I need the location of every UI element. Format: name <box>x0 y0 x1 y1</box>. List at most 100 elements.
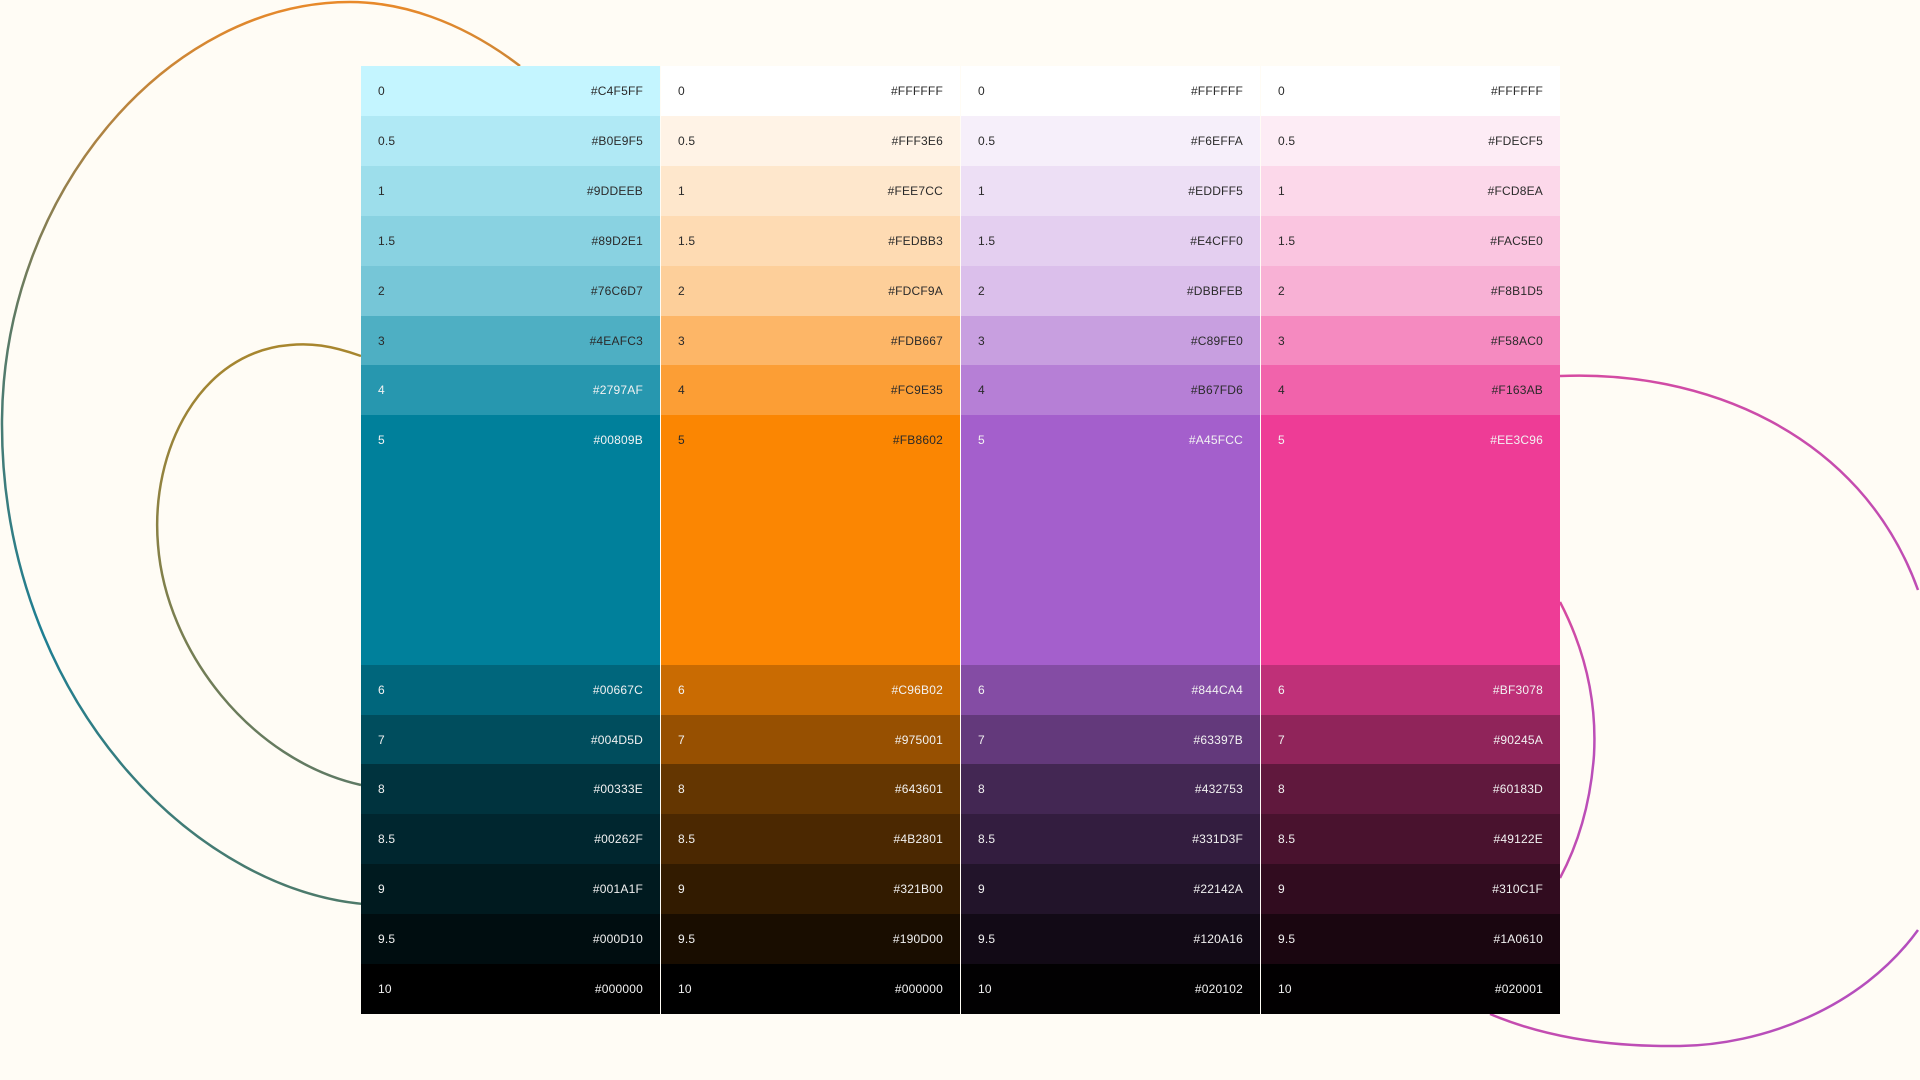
swatch-step-label: 2 <box>378 283 385 298</box>
swatch-step-label: 4 <box>978 383 985 398</box>
color-swatch: 8 #60183D <box>1261 764 1560 815</box>
color-swatch: 9.5 #120A16 <box>961 914 1260 965</box>
swatch-step-label: 7 <box>1278 732 1285 747</box>
swatch-hex-label: #FB8602 <box>892 433 943 448</box>
swatch-hex-label: #C96B02 <box>891 682 943 697</box>
swatch-hex-label: #F163AB <box>1491 383 1543 398</box>
swatch-hex-label: #120A16 <box>1193 932 1243 947</box>
swatch-hex-label: #F58AC0 <box>1490 333 1543 348</box>
swatch-step-label: 0.5 <box>678 133 696 148</box>
color-swatch: 6 #844CA4 <box>961 664 1260 715</box>
swatch-step-label: 5 <box>1278 433 1285 448</box>
swatch-hex-label: #000D10 <box>592 932 643 947</box>
swatch-hex-label: #00809B <box>593 433 643 448</box>
swatch-step-label: 9 <box>678 882 685 897</box>
color-swatch: 1.5 #89D2E1 <box>361 215 660 266</box>
swatch-hex-label: #76C6D7 <box>590 283 643 298</box>
swatch-step-label: 6 <box>978 682 985 697</box>
color-swatch: 3 #4EAFC3 <box>361 315 660 366</box>
swatch-step-label: 10 <box>678 982 692 997</box>
swatch-hex-label: #1A0610 <box>1493 932 1543 947</box>
swatch-hex-label: #FFF3E6 <box>891 133 943 148</box>
swatch-hex-label: #331D3F <box>1192 832 1243 847</box>
swatch-hex-label: #E4CFF0 <box>1190 233 1243 248</box>
color-swatch: 4 #2797AF <box>361 365 660 416</box>
color-swatch: 0 #FFFFFF <box>1261 66 1560 116</box>
color-swatch: 0 #FFFFFF <box>661 66 960 116</box>
swatch-hex-label: #B67FD6 <box>1190 383 1243 398</box>
swatch-hex-label: #DBBFEB <box>1186 283 1243 298</box>
swatch-step-label: 6 <box>1278 682 1285 697</box>
color-swatch: 4 #F163AB <box>1261 365 1560 416</box>
swatch-step-label: 1 <box>1278 183 1285 198</box>
swatch-step-label: 1.5 <box>978 233 996 248</box>
color-swatch: 3 #F58AC0 <box>1261 315 1560 366</box>
color-swatch: 0 #FFFFFF <box>961 66 1260 116</box>
color-swatch: 8 #643601 <box>661 764 960 815</box>
swatch-step-label: 8 <box>378 782 385 797</box>
color-swatch: 5 #FB8602 <box>661 415 960 665</box>
palette-column-pink: 0 #FFFFFF 0.5 #FDECF5 1 #FCD8EA 1.5 #FAC5E0 2 #F8… <box>1261 66 1560 1015</box>
color-swatch: 2 #76C6D7 <box>361 265 660 316</box>
color-swatch: 9 #22142A <box>961 864 1260 915</box>
swatch-hex-label: #4B2801 <box>893 832 943 847</box>
swatch-step-label: 2 <box>1278 283 1285 298</box>
swatch-step-label: 8 <box>978 782 985 797</box>
color-swatch: 10 #020102 <box>961 964 1260 1015</box>
swatch-step-label: 1 <box>678 183 685 198</box>
swatch-step-label: 9 <box>978 882 985 897</box>
swatch-hex-label: #F8B1D5 <box>1490 283 1543 298</box>
swatch-step-label: 1.5 <box>1278 233 1296 248</box>
color-swatch: 2 #FDCF9A <box>661 265 960 316</box>
swatch-hex-label: #020001 <box>1494 982 1543 997</box>
swatch-step-label: 7 <box>978 732 985 747</box>
swatch-hex-label: #020102 <box>1194 982 1243 997</box>
color-swatch: 4 #B67FD6 <box>961 365 1260 416</box>
swatch-hex-label: #C89FE0 <box>1190 333 1243 348</box>
swatch-hex-label: #00262F <box>594 832 643 847</box>
color-swatch: 10 #000000 <box>661 964 960 1015</box>
color-swatch: 8.5 #00262F <box>361 814 660 865</box>
swatch-hex-label: #310C1F <box>1492 882 1543 897</box>
swatch-hex-label: #9DDEEB <box>586 183 643 198</box>
swatch-hex-label: #A45FCC <box>1188 433 1243 448</box>
palette-column-teal: 0 #C4F5FF 0.5 #B0E9F5 1 #9DDEEB 1.5 #89D2E1 2 #76… <box>361 66 660 1015</box>
swatch-hex-label: #FDB667 <box>890 333 943 348</box>
color-swatch: 8 #00333E <box>361 764 660 815</box>
color-swatch: 4 #FC9E35 <box>661 365 960 416</box>
swatch-step-label: 6 <box>378 682 385 697</box>
color-swatch: 6 #BF3078 <box>1261 664 1560 715</box>
swatch-hex-label: #EDDFF5 <box>1188 183 1243 198</box>
swatch-hex-label: #2797AF <box>592 383 643 398</box>
swatch-hex-label: #FDECF5 <box>1488 133 1543 148</box>
swatch-step-label: 9.5 <box>378 932 396 947</box>
swatch-hex-label: #FDCF9A <box>888 283 943 298</box>
swatch-hex-label: #B0E9F5 <box>591 133 643 148</box>
swatch-step-label: 4 <box>378 383 385 398</box>
color-swatch: 9 #001A1F <box>361 864 660 915</box>
color-swatch: 1.5 #E4CFF0 <box>961 215 1260 266</box>
color-swatch: 1 #9DDEEB <box>361 165 660 216</box>
swatch-step-label: 5 <box>678 433 685 448</box>
swatch-step-label: 8.5 <box>678 832 696 847</box>
swatch-hex-label: #EE3C96 <box>1490 433 1543 448</box>
swatch-hex-label: #FFFFFF <box>1190 84 1243 98</box>
swatch-hex-label: #000000 <box>894 982 943 997</box>
swatch-step-label: 1 <box>978 183 985 198</box>
color-swatch: 8.5 #49122E <box>1261 814 1560 865</box>
color-swatch: 9.5 #190D00 <box>661 914 960 965</box>
swatch-step-label: 3 <box>678 333 685 348</box>
swatch-step-label: 9.5 <box>678 932 696 947</box>
right-inner-curve <box>1558 601 1596 879</box>
swatch-step-label: 10 <box>378 982 392 997</box>
swatch-hex-label: #FFFFFF <box>890 84 943 98</box>
swatch-hex-label: #FAC5E0 <box>1490 233 1543 248</box>
palette-column-orange: 0 #FFFFFF 0.5 #FFF3E6 1 #FEE7CC 1.5 #FEDBB3 2 #FD… <box>661 66 960 1015</box>
swatch-hex-label: #004D5D <box>590 732 643 747</box>
swatch-step-label: 9.5 <box>1278 932 1296 947</box>
swatch-hex-label: #190D00 <box>892 932 943 947</box>
swatch-step-label: 9 <box>378 882 385 897</box>
color-swatch: 1 #FEE7CC <box>661 165 960 216</box>
swatch-step-label: 5 <box>978 433 985 448</box>
swatch-step-label: 5 <box>378 433 385 448</box>
